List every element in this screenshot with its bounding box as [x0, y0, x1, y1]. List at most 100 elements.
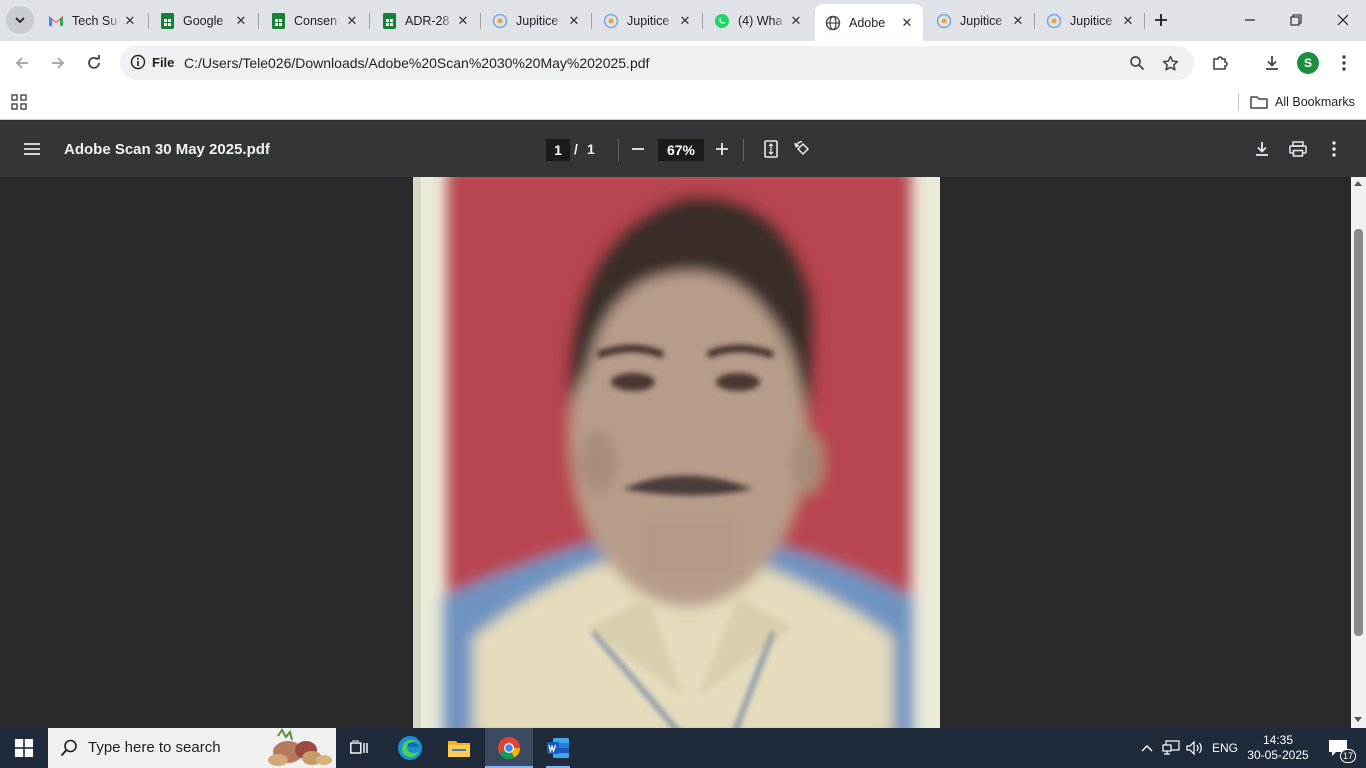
- language-indicator[interactable]: ENG: [1208, 728, 1242, 768]
- new-tab-button[interactable]: [1147, 6, 1175, 34]
- pdf-viewport[interactable]: [0, 177, 1366, 728]
- toolbar-divider: [743, 139, 744, 161]
- close-icon[interactable]: ✕: [342, 11, 362, 31]
- page-separator: /: [574, 141, 578, 157]
- tab-divider: [1034, 13, 1035, 29]
- close-icon[interactable]: ✕: [897, 13, 917, 33]
- tab-strip: Tech Su ✕ Google ✕ Consen ✕ ADR-28 ✕ Jup…: [0, 0, 1366, 41]
- close-icon[interactable]: ✕: [1008, 11, 1028, 31]
- network-button[interactable]: [1160, 728, 1182, 768]
- vertical-scrollbar[interactable]: [1351, 177, 1366, 728]
- tab-search-button[interactable]: [6, 6, 34, 34]
- bookmark-star-button[interactable]: [1156, 49, 1184, 77]
- chrome-taskbar-button[interactable]: [485, 728, 533, 768]
- reload-button[interactable]: [80, 49, 108, 77]
- info-icon: [130, 54, 146, 70]
- bookmarks-divider: [1238, 93, 1239, 111]
- apps-button[interactable]: [5, 88, 33, 116]
- tab-3[interactable]: ADR-28 ✕: [371, 6, 479, 35]
- scroll-up-arrow[interactable]: [1354, 181, 1362, 186]
- close-icon[interactable]: ✕: [1118, 11, 1138, 31]
- close-icon[interactable]: ✕: [120, 11, 140, 31]
- volume-button[interactable]: [1184, 728, 1206, 768]
- kebab-menu-icon: [1332, 141, 1336, 157]
- windows-taskbar: Type here to search ENG 14:35 30-05-2025…: [0, 728, 1366, 768]
- chevron-up-icon: [1141, 745, 1153, 752]
- word-taskbar-button[interactable]: [534, 728, 582, 768]
- download-pdf-button[interactable]: [1248, 135, 1276, 163]
- tab-5[interactable]: Jupitice ✕: [593, 6, 701, 35]
- tab-7[interactable]: Adobe ✕: [815, 4, 923, 41]
- download-icon: [1256, 142, 1268, 156]
- fit-to-page-button[interactable]: [757, 135, 785, 163]
- tab-8[interactable]: Jupitice ✕: [926, 6, 1034, 35]
- printer-icon: [1289, 141, 1307, 157]
- print-button[interactable]: [1284, 135, 1312, 163]
- zoom-in-button[interactable]: [708, 135, 736, 163]
- kebab-menu-icon: [1342, 55, 1346, 71]
- taskbar-search-box[interactable]: Type here to search: [48, 728, 336, 768]
- show-hidden-icons-button[interactable]: [1136, 728, 1158, 768]
- forward-button[interactable]: [44, 49, 72, 77]
- downloads-button[interactable]: [1258, 49, 1286, 77]
- task-view-button[interactable]: [336, 728, 384, 768]
- close-icon[interactable]: ✕: [231, 11, 251, 31]
- zoom-out-button[interactable]: [624, 135, 652, 163]
- zoom-level-input[interactable]: 67%: [658, 139, 704, 161]
- star-icon: [1162, 55, 1178, 71]
- url-text[interactable]: C:/Users/Tele026/Downloads/Adobe%20Scan%…: [184, 55, 649, 71]
- pdf-toolbar: Adobe Scan 30 May 2025.pdf 1 / 1 67%: [0, 121, 1366, 177]
- hamburger-menu-icon: [24, 143, 40, 155]
- plus-icon: [716, 143, 728, 155]
- jupitice-icon: [492, 13, 508, 29]
- close-icon[interactable]: ✕: [675, 11, 695, 31]
- minimize-button[interactable]: [1227, 0, 1273, 40]
- close-icon[interactable]: ✕: [786, 11, 806, 31]
- tab-0[interactable]: Tech Su ✕: [38, 6, 146, 35]
- browser-toolbar: File C:/Users/Tele026/Downloads/Adobe%20…: [0, 41, 1366, 85]
- avatar-initial: S: [1303, 56, 1312, 70]
- scrollbar-thumb[interactable]: [1354, 229, 1363, 636]
- tab-1[interactable]: Google ✕: [149, 6, 257, 35]
- back-button[interactable]: [8, 49, 36, 77]
- more-actions-button[interactable]: [1320, 135, 1348, 163]
- tab-divider: [480, 13, 481, 29]
- restore-button[interactable]: [1273, 0, 1319, 40]
- tab-2[interactable]: Consen ✕: [260, 6, 368, 35]
- all-bookmarks-button[interactable]: All Bookmarks: [1250, 91, 1355, 113]
- sidebar-toggle-button[interactable]: [18, 135, 46, 163]
- sheets-icon: [270, 12, 286, 29]
- page-number-input[interactable]: 1: [546, 139, 570, 161]
- edge-taskbar-button[interactable]: [386, 728, 434, 768]
- tab-4[interactable]: Jupitice ✕: [482, 6, 590, 35]
- language-label: ENG: [1211, 741, 1238, 755]
- scroll-down-arrow[interactable]: [1354, 717, 1362, 722]
- rotate-button[interactable]: [789, 135, 817, 163]
- arrow-left-icon: [15, 57, 28, 69]
- tab-title: Tech Su: [72, 13, 118, 28]
- close-icon[interactable]: ✕: [453, 11, 473, 31]
- search-icon: [60, 739, 77, 757]
- gmail-icon: [48, 13, 64, 29]
- tab-9[interactable]: Jupitice ✕: [1036, 6, 1144, 35]
- tab-title: ADR-28: [405, 13, 450, 28]
- zoom-button[interactable]: [1123, 49, 1151, 77]
- extensions-button[interactable]: [1206, 49, 1234, 77]
- minimize-icon: [1245, 19, 1255, 21]
- tab-divider: [1144, 13, 1145, 29]
- clock[interactable]: 14:35 30-05-2025: [1244, 728, 1312, 768]
- tab-6[interactable]: (4) Wha ✕: [704, 6, 812, 35]
- tab-title: Jupitice: [516, 13, 559, 28]
- notification-center-button[interactable]: 17: [1318, 728, 1358, 768]
- close-icon[interactable]: ✕: [564, 11, 584, 31]
- speaker-icon: [1186, 740, 1202, 756]
- file-explorer-taskbar-button[interactable]: [435, 728, 483, 768]
- start-button[interactable]: [0, 728, 48, 768]
- chrome-menu-button[interactable]: [1330, 49, 1358, 77]
- close-window-button[interactable]: [1320, 0, 1366, 40]
- site-info-button[interactable]: File: [130, 54, 174, 70]
- windows-logo-icon: [15, 739, 33, 757]
- address-bar[interactable]: File C:/Users/Tele026/Downloads/Adobe%20…: [120, 46, 1194, 80]
- profile-avatar[interactable]: S: [1294, 49, 1322, 77]
- folder-icon: [448, 741, 470, 757]
